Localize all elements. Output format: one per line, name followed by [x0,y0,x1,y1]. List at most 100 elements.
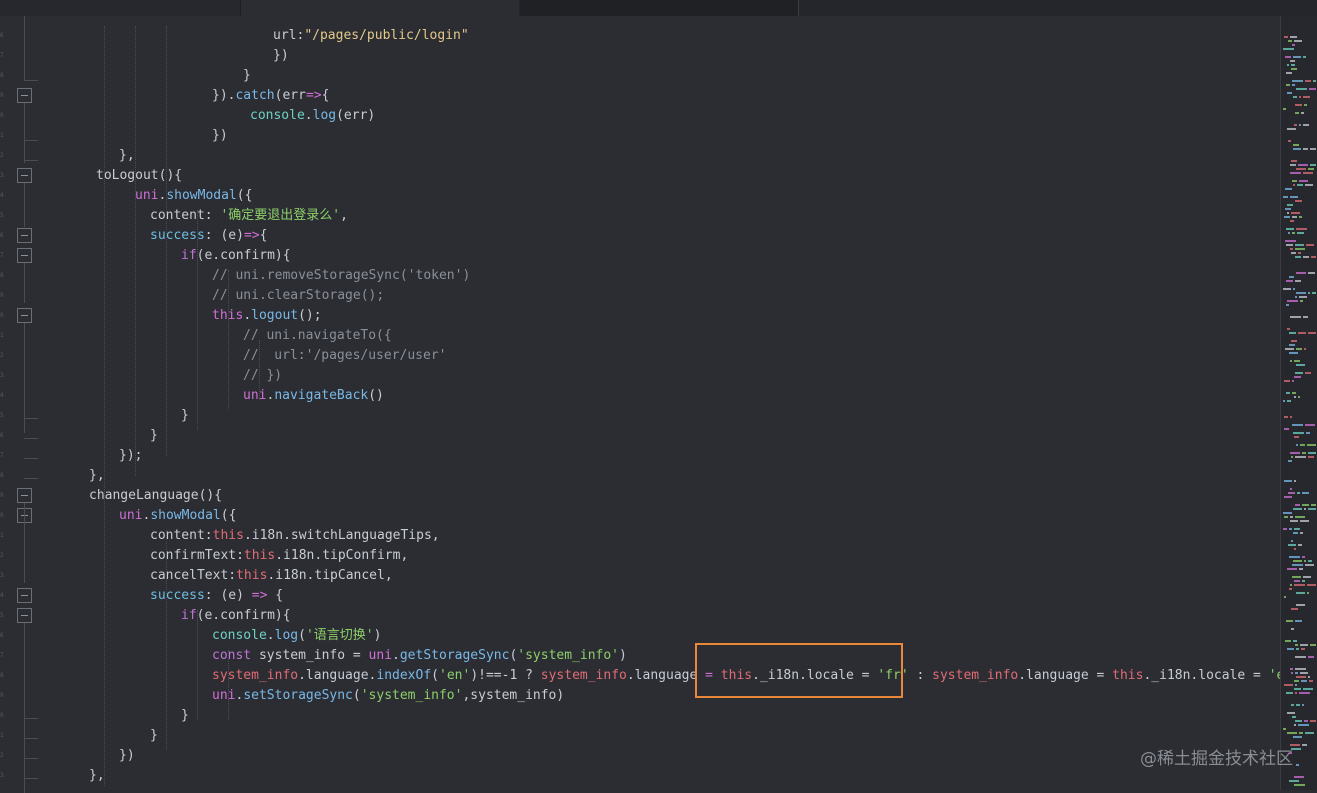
code-line[interactable]: uni.showModal({ [119,506,236,526]
fold-toggle-icon[interactable] [17,168,32,183]
minimap-line [1294,396,1296,398]
code-token: (); [298,308,322,323]
code-token: : (e) [204,588,252,603]
code-line[interactable]: }) [273,46,289,66]
code-line[interactable]: success: (e)=>{ [150,226,267,246]
code-minimap[interactable] [1280,16,1317,790]
minimap-line [1288,492,1295,494]
code-line[interactable]: changeLanguage(){ [89,486,222,506]
code-line[interactable]: confirmText:this.i18n.tipConfirm, [150,546,408,566]
code-line[interactable]: // uni.navigateTo({ [243,326,392,346]
minimap-line [1286,692,1293,694]
minimap-line [1291,456,1293,458]
minimap-line [1292,424,1303,426]
code-line[interactable]: content:this.i18n.switchLanguageTips, [150,526,440,546]
code-token: }, [89,768,105,783]
code-line[interactable]: // }) [243,366,282,386]
code-line[interactable]: } [150,726,158,746]
minimap-line [1290,516,1293,518]
fold-end-marker [24,478,38,479]
code-token: uni [212,688,236,703]
fold-toggle-icon[interactable] [17,248,32,263]
minimap-line [1292,392,1296,394]
minimap-line [1290,36,1297,38]
minimap-line [1286,392,1290,394]
code-line[interactable]: uni.navigateBack() [243,386,384,406]
code-token: () [368,388,384,403]
code-line[interactable]: }).catch(err=>{ [212,86,329,106]
fold-toggle-icon[interactable] [17,608,32,623]
minimap-line [1299,180,1308,182]
code-line[interactable]: } [181,406,189,426]
code-line[interactable]: }); [119,446,142,466]
minimap-line [1287,732,1297,734]
code-token: ( [431,668,439,683]
minimap-line [1295,244,1304,246]
code-line[interactable]: success: (e) => { [150,586,283,606]
code-line[interactable]: console.log('语言切换') [212,626,381,646]
code-line[interactable]: cancelText:this.i18n.tipCancel, [150,566,393,586]
fold-end-marker [24,418,38,419]
code-line[interactable]: const system_info = uni.getStorageSync('… [212,646,627,666]
minimap-line [1301,648,1305,650]
fold-toggle-icon[interactable] [17,228,32,243]
minimap-line [1291,252,1296,254]
fold-line [24,623,25,793]
minimap-line [1284,36,1288,38]
code-line[interactable]: } [243,66,251,86]
minimap-line [1304,348,1306,350]
fold-end-marker [24,140,38,141]
code-line[interactable]: url:"/pages/public/login" [273,26,469,46]
minimap-line [1284,216,1290,218]
code-line[interactable]: } [150,426,158,446]
code-line[interactable]: toLogout(){ [96,166,182,186]
code-line[interactable]: // uni.clearStorage(); [212,286,384,306]
minimap-line [1287,568,1297,570]
minimap-line [1291,340,1297,342]
minimap-line [1313,80,1316,82]
code-line[interactable]: }, [119,146,135,166]
code-editor[interactable]: url:"/pages/public/login"})}}).catch(err… [44,0,1280,790]
code-token: this [236,568,268,583]
minimap-line [1295,516,1305,518]
code-token: this [212,528,244,543]
code-line[interactable]: content: '确定要退出登录么', [150,206,348,226]
minimap-line [1290,60,1295,62]
minimap-line [1296,168,1306,170]
code-line[interactable]: } [181,706,189,726]
minimap-line [1293,560,1302,562]
minimap-line [1297,492,1300,494]
minimap-line [1290,584,1292,586]
code-token: . [304,108,313,123]
code-token: => [251,588,268,603]
minimap-line [1288,460,1292,462]
code-line[interactable]: }, [89,766,105,786]
line-number: 2 [0,352,4,359]
minimap-line [1299,216,1302,218]
code-line[interactable]: // url:'/pages/user/user' [243,346,447,366]
minimap-line [1307,592,1309,594]
fold-toggle-icon[interactable] [17,588,32,603]
code-line[interactable]: }, [89,466,105,486]
minimap-line [1310,644,1316,646]
fold-toggle-icon[interactable] [17,488,32,503]
minimap-line [1299,124,1301,126]
minimap-line [1290,164,1296,166]
minimap-line [1294,480,1296,482]
minimap-line [1303,96,1310,98]
code-token: confirmText [150,548,237,563]
fold-toggle-icon[interactable] [17,88,32,103]
minimap-line [1290,196,1298,198]
code-token: toLogout [96,168,159,183]
code-line[interactable]: uni.showModal({ [135,186,252,206]
minimap-line [1290,488,1292,490]
code-token: }, [119,148,135,163]
minimap-line [1302,556,1305,558]
code-line[interactable]: // uni.removeStorageSync('token') [212,266,470,286]
fold-toggle-icon[interactable] [17,308,32,323]
code-line[interactable]: uni.setStorageSync('system_info',system_… [212,686,564,706]
code-line[interactable]: }) [119,746,135,766]
code-line[interactable]: }) [212,126,228,146]
code-line[interactable]: console.log(err) [250,106,375,126]
minimap-line [1286,228,1294,230]
